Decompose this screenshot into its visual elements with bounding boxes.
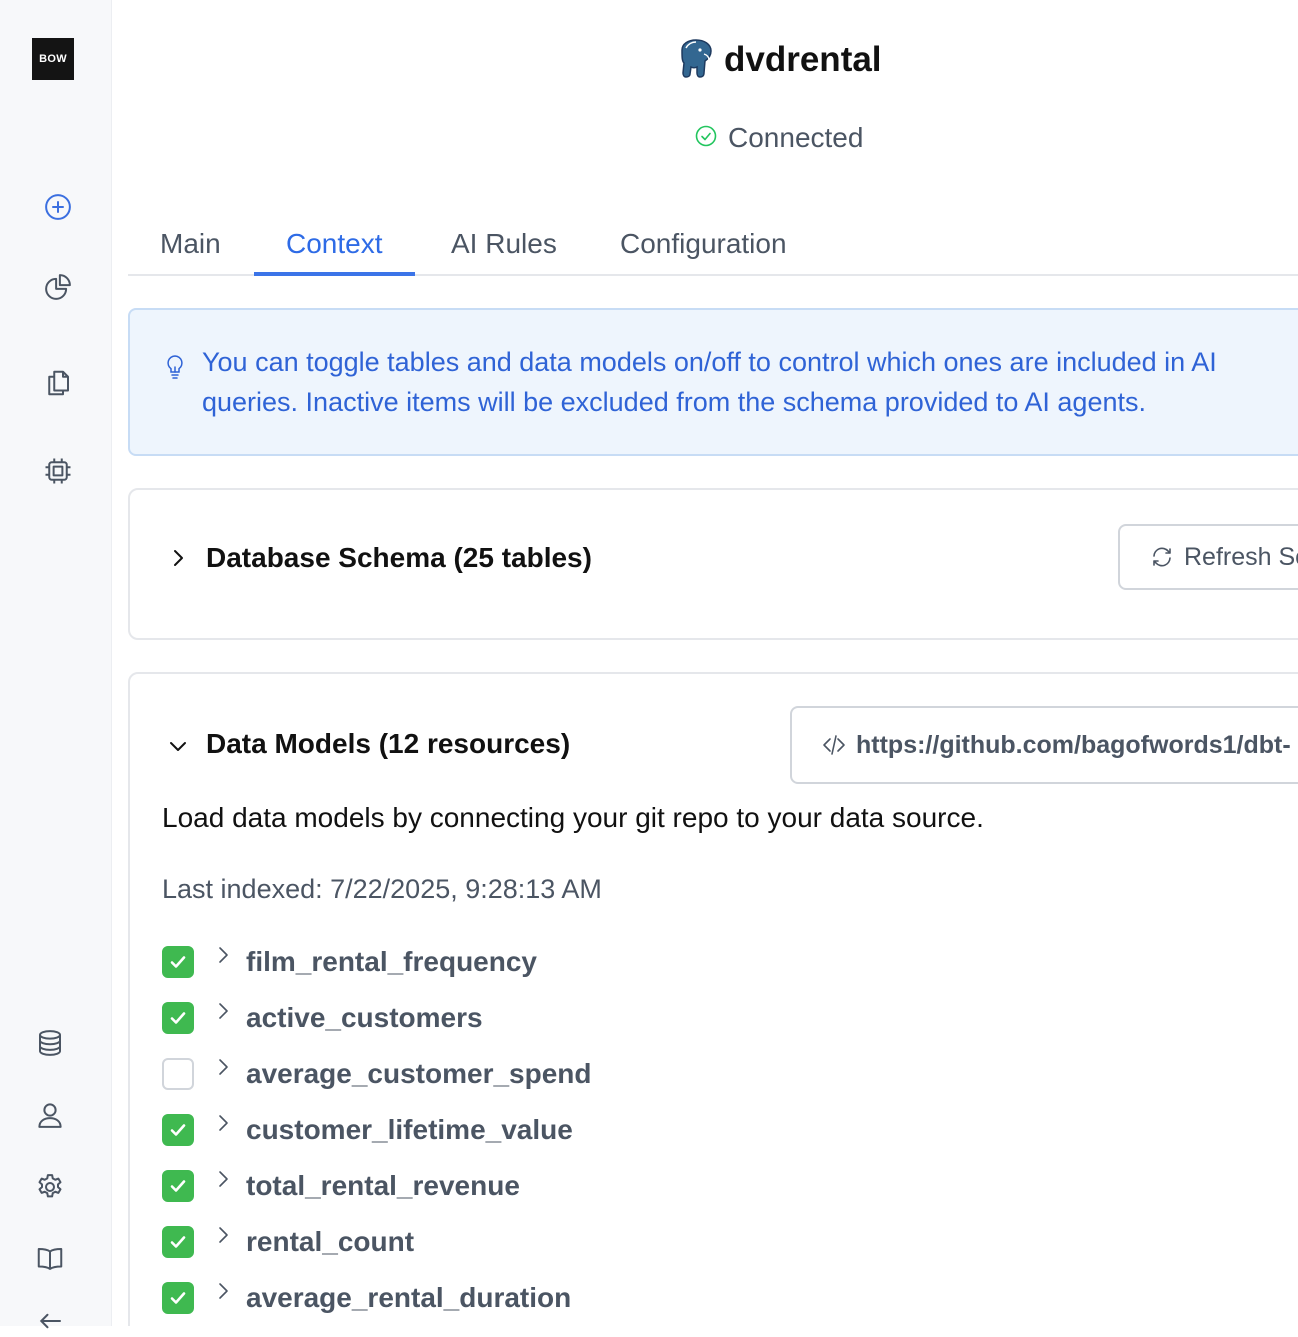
chevron-right-icon[interactable] bbox=[212, 1168, 234, 1190]
data-model-item[interactable]: active_customers bbox=[162, 990, 1062, 1046]
tab-context[interactable]: Context bbox=[254, 226, 415, 276]
arrow-left-icon[interactable] bbox=[34, 1305, 66, 1337]
model-toggle-checkbox[interactable] bbox=[162, 1114, 194, 1146]
check-circle-icon bbox=[694, 124, 718, 153]
chevron-right-icon[interactable] bbox=[212, 944, 234, 966]
refresh-icon bbox=[1153, 547, 1171, 567]
info-line-2: queries. Inactive items will be excluded… bbox=[202, 387, 1146, 417]
model-toggle-checkbox[interactable] bbox=[162, 1226, 194, 1258]
refresh-schema-button[interactable]: Refresh Schema bbox=[1118, 524, 1298, 590]
gear-icon[interactable] bbox=[34, 1171, 66, 1203]
chevron-right-icon[interactable] bbox=[212, 1280, 234, 1302]
data-model-name: active_customers bbox=[246, 1002, 483, 1033]
postgres-elephant-icon bbox=[674, 36, 718, 85]
chevron-right-icon[interactable] bbox=[166, 546, 190, 570]
git-repo-button[interactable]: https://github.com/bagofwords1/dbt- bbox=[790, 706, 1298, 784]
tab-configuration[interactable]: Configuration bbox=[588, 226, 819, 274]
data-model-name: customer_lifetime_value bbox=[246, 1114, 573, 1145]
checkmark-icon bbox=[170, 956, 186, 968]
documents-icon[interactable] bbox=[42, 367, 74, 399]
status-text: Connected bbox=[728, 122, 864, 153]
last-indexed: Last indexed: 7/22/2025, 9:28:13 AM bbox=[162, 874, 602, 904]
chevron-right-icon[interactable] bbox=[212, 1000, 234, 1022]
checkmark-icon bbox=[170, 1292, 186, 1304]
data-model-item[interactable]: customer_lifetime_value bbox=[162, 1102, 1062, 1158]
page-title: dvdrental bbox=[724, 40, 882, 79]
plus-circle-icon[interactable] bbox=[42, 191, 74, 223]
tab-bar: Main Context AI Rules Configuration bbox=[128, 216, 1298, 276]
model-toggle-checkbox[interactable] bbox=[162, 1282, 194, 1314]
data-models-title[interactable]: Data Models (12 resources) bbox=[206, 728, 570, 760]
pie-chart-icon[interactable] bbox=[42, 271, 74, 303]
datasource-header: dvdrental bbox=[674, 38, 882, 82]
info-banner: You can toggle tables and data models on… bbox=[128, 308, 1298, 456]
data-model-list: film_rental_frequency active_customersave… bbox=[162, 934, 1062, 1326]
checkmark-icon bbox=[170, 1124, 186, 1136]
connection-status: Connected bbox=[694, 118, 863, 158]
model-toggle-checkbox[interactable] bbox=[162, 1058, 194, 1090]
checkmark-icon bbox=[170, 1180, 186, 1192]
sidebar: BOW bbox=[0, 0, 112, 1329]
model-toggle-checkbox[interactable] bbox=[162, 1002, 194, 1034]
data-model-name: total_rental_revenue bbox=[246, 1170, 520, 1201]
code-icon bbox=[823, 735, 845, 755]
info-text: You can toggle tables and data models on… bbox=[202, 342, 1298, 422]
data-model-name: average_customer_spend bbox=[246, 1058, 592, 1089]
checkmark-icon bbox=[170, 1236, 186, 1248]
refresh-schema-label: Refresh Schema bbox=[1184, 542, 1298, 571]
data-model-name: rental_count bbox=[246, 1226, 415, 1257]
tab-ai-rules[interactable]: AI Rules bbox=[419, 226, 589, 274]
model-toggle-checkbox[interactable] bbox=[162, 1170, 194, 1202]
data-models-description: Load data models by connecting your git … bbox=[162, 802, 984, 833]
app-logo[interactable]: BOW bbox=[32, 38, 74, 80]
schema-title[interactable]: Database Schema (25 tables) bbox=[206, 542, 592, 574]
checkmark-icon bbox=[170, 1012, 186, 1024]
info-line-1: You can toggle tables and data models on… bbox=[202, 347, 1217, 377]
data-model-name: film_rental_frequency bbox=[246, 946, 537, 977]
repo-url: https://github.com/bagofwords1/dbt- bbox=[856, 730, 1291, 759]
data-model-name: average_rental_duration bbox=[246, 1282, 572, 1313]
data-model-item[interactable]: average_customer_spend bbox=[162, 1046, 1062, 1102]
main-content: dvdrental Connected Main Context AI Rule… bbox=[112, 0, 1298, 1326]
data-model-item[interactable]: rental_count bbox=[162, 1214, 1062, 1270]
chevron-right-icon[interactable] bbox=[212, 1224, 234, 1246]
book-icon[interactable] bbox=[34, 1243, 66, 1275]
user-icon[interactable] bbox=[34, 1099, 66, 1131]
data-models-card: Data Models (12 resources) https://githu… bbox=[128, 672, 1298, 1326]
chevron-down-icon[interactable] bbox=[166, 734, 190, 758]
database-schema-card: Database Schema (25 tables) Refresh Sche… bbox=[128, 488, 1298, 640]
chevron-right-icon[interactable] bbox=[212, 1056, 234, 1078]
chevron-right-icon[interactable] bbox=[212, 1112, 234, 1134]
database-icon[interactable] bbox=[34, 1027, 66, 1059]
model-toggle-checkbox[interactable] bbox=[162, 946, 194, 978]
data-model-item[interactable]: film_rental_frequency bbox=[162, 934, 1062, 990]
cpu-chip-icon[interactable] bbox=[42, 455, 74, 487]
data-model-item[interactable]: average_rental_duration bbox=[162, 1270, 1062, 1326]
tab-main[interactable]: Main bbox=[128, 226, 253, 274]
data-model-item[interactable]: total_rental_revenue bbox=[162, 1158, 1062, 1214]
